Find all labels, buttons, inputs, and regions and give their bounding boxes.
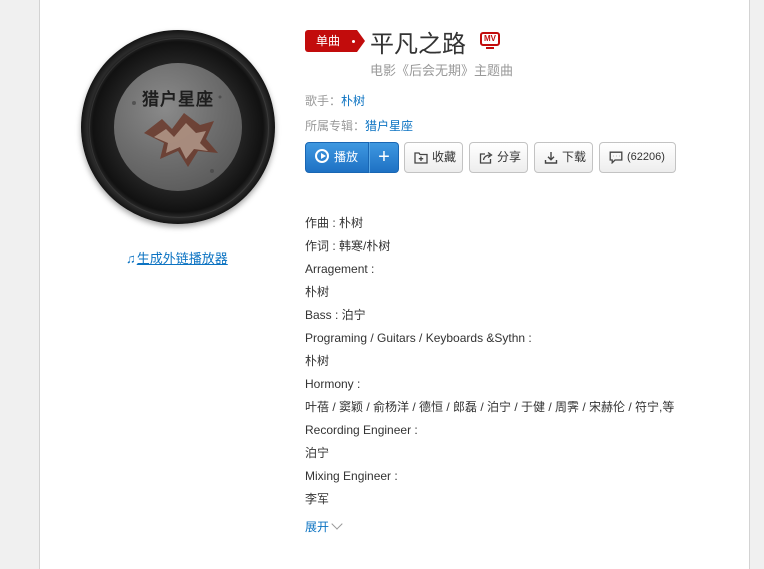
credit-line: Arragement : bbox=[305, 262, 375, 276]
expand-label: 展开 bbox=[305, 520, 330, 534]
chevron-down-icon bbox=[331, 518, 343, 530]
credit-line: 李军 bbox=[305, 492, 330, 506]
collect-label: 收藏 bbox=[432, 150, 457, 164]
credit-line: 叶蓓 / 窦颖 / 俞杨洋 / 德恒 / 郎磊 / 泊宁 / 于健 / 周霁 /… bbox=[305, 400, 675, 414]
collect-button[interactable]: 收藏 bbox=[404, 142, 463, 173]
share-label: 分享 bbox=[497, 150, 522, 164]
download-button[interactable]: 下载 bbox=[534, 142, 593, 173]
credit-line: Recording Engineer : bbox=[305, 423, 418, 437]
comments-count: (62206) bbox=[627, 151, 665, 163]
badge-dot bbox=[352, 40, 355, 43]
page-container: 猎户星座 ♫生成外链播放器 单曲 平凡之路 MV 电影《后会无期》主题曲 歌手：… bbox=[39, 0, 750, 569]
play-icon bbox=[315, 149, 329, 163]
album-cover-image: 猎户星座 bbox=[114, 63, 242, 191]
lyrics-credits: 作曲 : 朴树 作词 : 韩寒/朴树 Arragement : 朴树 Bass … bbox=[305, 213, 674, 512]
comments-button[interactable]: (62206) bbox=[599, 142, 676, 173]
credit-line: Mixing Engineer : bbox=[305, 469, 398, 483]
credit-line: 泊宁 bbox=[305, 446, 330, 460]
singer-row: 歌手：朴树 bbox=[305, 92, 365, 109]
cover-title-text: 猎户星座 bbox=[142, 90, 214, 110]
song-title: 平凡之路 bbox=[370, 31, 466, 58]
credit-line: Hormony : bbox=[305, 377, 361, 391]
add-to-playlist-button[interactable]: + bbox=[369, 142, 399, 173]
credit-line: 作词 : 韩寒/朴树 bbox=[305, 239, 391, 253]
play-button[interactable]: 播放 bbox=[305, 142, 369, 173]
ext-player-label: 生成外链播放器 bbox=[136, 251, 228, 266]
download-label: 下载 bbox=[562, 150, 587, 164]
album-cover-disc[interactable]: 猎户星座 bbox=[81, 30, 275, 224]
share-button[interactable]: 分享 bbox=[469, 142, 528, 173]
single-badge-label: 单曲 bbox=[316, 34, 341, 48]
credit-line: Programing / Guitars / Keyboards &Sythn … bbox=[305, 331, 532, 345]
play-label: 播放 bbox=[334, 150, 359, 164]
folder-plus-icon bbox=[414, 152, 428, 164]
album-link[interactable]: 猎户星座 bbox=[365, 119, 413, 133]
music-note-icon: ♫ bbox=[126, 251, 136, 266]
single-badge: 单曲 bbox=[305, 30, 365, 52]
singer-label: 歌手： bbox=[305, 94, 342, 108]
credit-line: Bass : 泊宁 bbox=[305, 308, 366, 322]
album-row: 所属专辑：猎户星座 bbox=[305, 117, 413, 134]
mv-icon[interactable]: MV bbox=[480, 32, 500, 49]
download-icon bbox=[544, 152, 558, 164]
singer-link[interactable]: 朴树 bbox=[341, 94, 365, 108]
share-icon bbox=[479, 151, 493, 164]
comment-icon bbox=[609, 151, 623, 164]
credit-line: 朴树 bbox=[305, 354, 330, 368]
generate-external-player-link[interactable]: ♫生成外链播放器 bbox=[126, 248, 228, 267]
credit-line: 作曲 : 朴树 bbox=[305, 216, 364, 230]
album-label: 所属专辑： bbox=[305, 119, 366, 133]
song-subtitle: 电影《后会无期》主题曲 bbox=[370, 63, 514, 78]
cover-art-texture bbox=[132, 95, 222, 173]
expand-lyrics-button[interactable]: 展开 bbox=[305, 518, 343, 535]
credit-line: 朴树 bbox=[305, 285, 330, 299]
